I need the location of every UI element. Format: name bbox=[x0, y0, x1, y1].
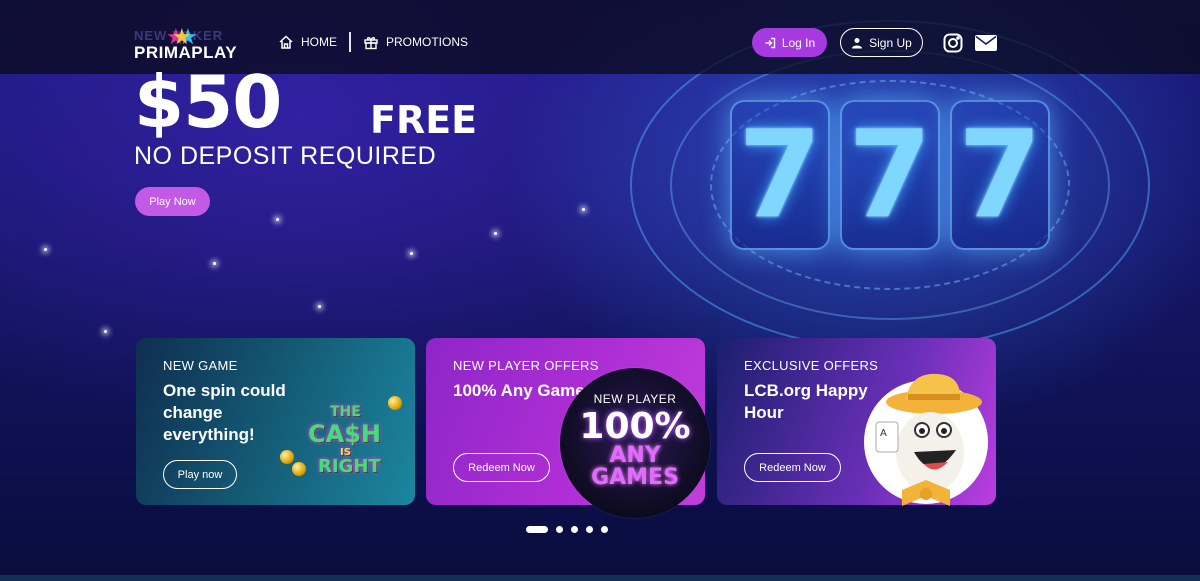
card-eyebrow: EXCLUSIVE OFFERS bbox=[744, 358, 879, 373]
play-now-button[interactable]: Play Now bbox=[135, 187, 210, 216]
lcb-mascot-illustration: A bbox=[864, 373, 988, 506]
redeem-now-button[interactable]: Redeem Now bbox=[453, 453, 550, 482]
login-label: Log In bbox=[781, 35, 816, 50]
card-eyebrow: NEW GAME bbox=[163, 358, 238, 373]
home-icon bbox=[279, 35, 293, 49]
card-eyebrow: NEW PLAYER OFFERS bbox=[453, 358, 599, 373]
slot-reel: 7 bbox=[840, 100, 940, 250]
carousel-dot[interactable] bbox=[586, 526, 593, 533]
sparkle bbox=[213, 262, 216, 265]
login-button[interactable]: Log In bbox=[752, 28, 827, 57]
carousel-pagination bbox=[526, 526, 608, 533]
sparkle bbox=[410, 252, 413, 255]
carousel-dot[interactable] bbox=[556, 526, 563, 533]
instagram-icon[interactable] bbox=[943, 33, 963, 53]
play-now-card-button[interactable]: Play now bbox=[163, 460, 237, 489]
badge-percent: 100% bbox=[579, 406, 691, 447]
redeem-now-button[interactable]: Redeem Now bbox=[744, 453, 841, 482]
coin-icon bbox=[280, 450, 294, 464]
mail-icon[interactable] bbox=[975, 35, 997, 51]
nav-item-promotions[interactable]: PROMOTIONS bbox=[363, 34, 468, 50]
coin-icon bbox=[292, 462, 306, 476]
signup-label: Sign Up bbox=[869, 35, 912, 50]
hero-subtitle: NO DEPOSIT REQUIRED bbox=[134, 142, 437, 170]
sparkle bbox=[582, 208, 585, 211]
game-art-text: RIGHT bbox=[318, 456, 381, 477]
nav-item-label: PROMOTIONS bbox=[386, 35, 469, 49]
sparkle bbox=[104, 330, 107, 333]
hero-amount-suffix: FREE bbox=[370, 98, 478, 142]
slot-reel: 7 bbox=[950, 100, 1050, 250]
new-player-offer-badge: NEW PLAYER 100% ANY GAMES bbox=[560, 368, 710, 518]
nav-divider bbox=[349, 32, 351, 52]
hero-amount: $50 bbox=[134, 60, 282, 144]
game-art-text: THE bbox=[330, 404, 361, 420]
badge-small-text: NEW PLAYER bbox=[593, 392, 677, 406]
signup-button[interactable]: Sign Up bbox=[840, 28, 923, 57]
badge-line: GAMES bbox=[591, 465, 679, 490]
coin-icon bbox=[388, 396, 402, 410]
carousel-dot[interactable] bbox=[571, 526, 578, 533]
nav-item-home[interactable]: HOME bbox=[278, 34, 337, 50]
sparkle bbox=[494, 232, 497, 235]
cash-is-right-game-art: THE CA$H IS RIGHT bbox=[278, 390, 410, 485]
carousel-dot[interactable] bbox=[601, 526, 608, 533]
carousel-dot[interactable] bbox=[526, 526, 548, 533]
login-icon bbox=[765, 37, 776, 48]
gift-icon bbox=[364, 37, 378, 50]
brand-logo[interactable]: NEW POKER ★ PRIMAPLAY bbox=[134, 24, 237, 64]
slot-reel: 7 bbox=[730, 100, 830, 250]
slot-machine-illustration: 7 7 7 bbox=[610, 20, 1170, 350]
nav-item-label: HOME bbox=[301, 35, 337, 49]
game-art-text: CA$H bbox=[308, 420, 381, 448]
sparkle bbox=[318, 305, 321, 308]
footer-edge bbox=[0, 575, 1200, 581]
sparkle bbox=[276, 218, 279, 221]
svg-text:A: A bbox=[880, 428, 887, 439]
sparkle bbox=[44, 248, 47, 251]
user-icon bbox=[852, 37, 863, 48]
main-nav: HOME PROMOTIONS bbox=[278, 32, 468, 52]
